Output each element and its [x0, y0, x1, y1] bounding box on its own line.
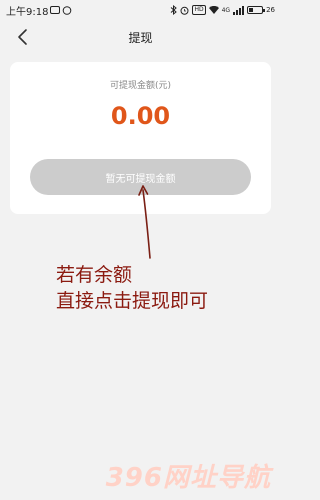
status-right: HD 4G 26: [170, 5, 275, 15]
battery-icon: [247, 6, 266, 14]
chat-icon: [63, 5, 72, 15]
status-left: 上午9:18: [6, 3, 72, 18]
hd-badge: HD: [192, 5, 206, 15]
chevron-left-icon: [18, 29, 27, 45]
bluetooth-icon: [171, 5, 178, 15]
back-button[interactable]: [14, 26, 32, 48]
annotation-line-2: 直接点击提现即可: [56, 290, 209, 312]
network-label: 4G: [221, 6, 231, 14]
message-icon: [50, 5, 61, 14]
watermark: 396网址导航: [105, 463, 271, 493]
balance-card: 可提现金额(元) 0.00 暂无可提现金额: [10, 62, 271, 214]
annotation-text: 若有余额 直接点击提现即可: [56, 262, 208, 314]
withdrawable-amount: 0.00: [110, 102, 171, 130]
status-time: 上午9:18: [6, 6, 49, 18]
withdraw-button[interactable]: 暂无可提现金额: [30, 159, 251, 195]
page-title: 提现: [128, 30, 153, 45]
battery-level: 26: [266, 6, 275, 14]
annotation-line-1: 若有余额: [56, 264, 133, 286]
signal-icon: [233, 5, 245, 15]
withdrawable-label: 可提现金额(元): [109, 81, 172, 91]
status-bar: 上午9:18 HD 4G 26: [0, 0, 281, 20]
wifi-icon: [208, 6, 219, 14]
alarm-icon: [180, 6, 189, 15]
header: 提现: [0, 20, 281, 54]
